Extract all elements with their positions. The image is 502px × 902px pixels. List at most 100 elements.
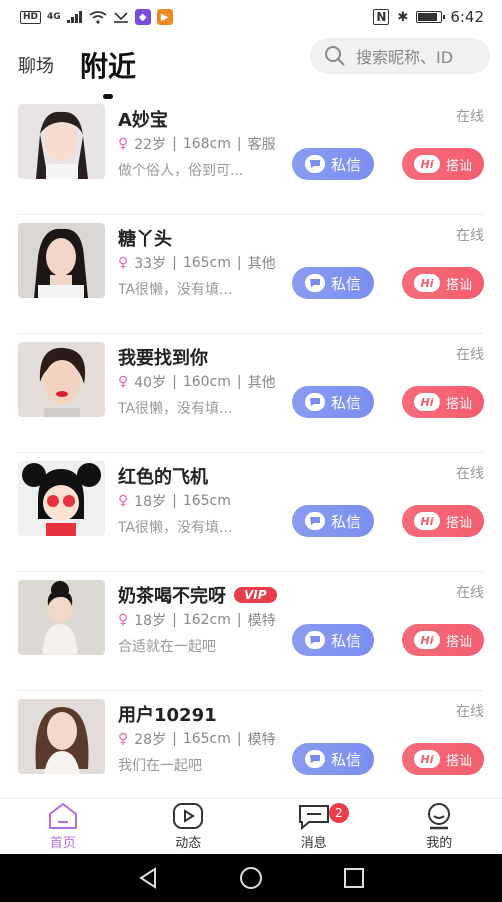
user-height: 165cm	[182, 493, 231, 509]
user-age: 40岁	[134, 375, 167, 391]
hi-icon: Hi	[413, 750, 440, 768]
hi-button[interactable]: Hi 搭讪	[402, 386, 484, 418]
vip-badge: VIP	[234, 587, 277, 603]
list-item[interactable]: 用户10291 在线 ♀ 28岁 | 165cm | 模特 我们在一起吧 私信 Hi…	[18, 691, 484, 810]
user-age: 22岁	[134, 137, 167, 153]
hi-label: 搭讪	[445, 634, 472, 650]
female-icon: ♀	[118, 374, 129, 390]
hi-button[interactable]: Hi 搭讪	[402, 505, 484, 537]
home-circle-icon[interactable]	[239, 866, 263, 890]
message-button[interactable]: 私信	[292, 267, 374, 299]
search-icon	[325, 46, 345, 66]
avatar[interactable]	[18, 461, 105, 536]
user-bio: TA很懒，没有填...	[118, 282, 233, 298]
user-name: A妙宝	[118, 110, 168, 131]
status-bar: HD 4G ◆ ▶ N ✱ 6:42	[0, 0, 502, 34]
chat-bubble-icon	[304, 393, 325, 411]
status-right: N ✱ 6:42	[373, 8, 484, 26]
online-status: 在线	[456, 109, 484, 125]
app-notification-icon: ◆	[134, 9, 151, 25]
female-icon: ♀	[118, 731, 129, 747]
hi-label: 搭讪	[445, 753, 472, 769]
search-input[interactable]: 搜索昵称、ID	[310, 38, 490, 74]
message-button[interactable]: 私信	[292, 743, 374, 775]
user-info: ♀ 18岁 | 165cm	[118, 493, 231, 510]
user-list: A妙宝 在线 ♀ 22岁 | 168cm | 客服 做个俗人，俗到可... 私信 H…	[0, 96, 502, 810]
signal-icon	[66, 11, 82, 23]
nav-home[interactable]: 首页	[0, 799, 126, 854]
chat-icon	[298, 805, 329, 830]
online-status: 在线	[456, 466, 484, 482]
back-icon[interactable]	[137, 867, 159, 889]
hi-button[interactable]: Hi 搭讪	[402, 743, 484, 775]
tab-chat-room[interactable]: 聊场	[18, 52, 54, 78]
avatar[interactable]	[18, 580, 105, 655]
user-bio: 做个俗人，俗到可...	[118, 163, 244, 179]
hi-icon: Hi	[413, 631, 440, 649]
recents-icon[interactable]	[343, 867, 365, 889]
user-height: 165cm	[182, 731, 231, 747]
user-age: 28岁	[134, 732, 167, 748]
user-info: ♀ 28岁 | 165cm | 模特	[118, 731, 276, 748]
user-info: ♀ 22岁 | 168cm | 客服	[118, 136, 276, 153]
list-item[interactable]: 我要找到你 在线 ♀ 40岁 | 160cm | 其他 TA很懒，没有填... 私信…	[18, 334, 484, 453]
avatar[interactable]	[18, 223, 105, 298]
list-item[interactable]: 糖丫头 在线 ♀ 33岁 | 165cm | 其他 TA很懒，没有填... 私信 H…	[18, 215, 484, 334]
online-status: 在线	[456, 228, 484, 244]
message-label: 私信	[330, 631, 361, 650]
battery-icon	[416, 11, 446, 23]
list-item[interactable]: 奶茶喝不完呀 VIP 在线 ♀ 18岁 | 162cm | 模特 合适就在一起吧 私…	[18, 572, 484, 691]
home-icon	[48, 802, 77, 829]
nav-messages[interactable]: 消息 2	[251, 799, 377, 854]
user-job: 模特	[247, 732, 276, 748]
nfc-icon: N	[373, 9, 390, 25]
female-icon: ♀	[118, 612, 129, 628]
user-job: 客服	[247, 137, 276, 153]
user-bio: 合适就在一起吧	[118, 639, 216, 655]
hi-icon: Hi	[413, 393, 440, 411]
nav-messages-label: 消息	[300, 836, 327, 851]
list-item[interactable]: 红色的飞机 在线 ♀ 18岁 | 165cm TA很懒，没有填... 私信 Hi 搭…	[18, 453, 484, 572]
unread-badge: 2	[328, 803, 349, 823]
status-left: HD 4G ◆ ▶	[20, 9, 173, 25]
name-row: 红色的飞机	[118, 463, 208, 489]
online-status: 在线	[456, 585, 484, 601]
user-age: 18岁	[134, 494, 167, 510]
female-icon: ♀	[118, 136, 129, 152]
avatar[interactable]	[18, 104, 105, 179]
hi-icon: Hi	[413, 512, 440, 530]
user-age: 33岁	[134, 256, 167, 272]
user-age: 18岁	[134, 613, 167, 629]
chat-bubble-icon	[304, 155, 325, 173]
hi-icon: Hi	[413, 274, 440, 292]
message-button[interactable]: 私信	[292, 148, 374, 180]
user-height: 162cm	[182, 612, 231, 628]
hi-label: 搭讪	[445, 396, 472, 412]
message-button[interactable]: 私信	[292, 505, 374, 537]
nav-profile[interactable]: 我的	[377, 799, 502, 854]
user-info: ♀ 33岁 | 165cm | 其他	[118, 255, 276, 272]
user-job: 其他	[247, 375, 276, 391]
message-button[interactable]: 私信	[292, 386, 374, 418]
user-name: 糖丫头	[118, 229, 172, 250]
tab-nearby[interactable]: 附近	[80, 45, 136, 99]
chat-bubble-icon	[304, 631, 325, 649]
wifi-icon	[89, 10, 107, 24]
name-row: 糖丫头	[118, 225, 172, 251]
female-icon: ♀	[118, 255, 129, 271]
message-label: 私信	[330, 155, 361, 174]
user-name: 红色的飞机	[118, 467, 208, 488]
list-item[interactable]: A妙宝 在线 ♀ 22岁 | 168cm | 客服 做个俗人，俗到可... 私信 H…	[18, 96, 484, 215]
hi-button[interactable]: Hi 搭讪	[402, 624, 484, 656]
search-placeholder: 搜索昵称、ID	[356, 48, 454, 67]
user-info: ♀ 18岁 | 162cm | 模特	[118, 612, 276, 629]
online-status: 在线	[456, 347, 484, 363]
hi-button[interactable]: Hi 搭讪	[402, 267, 484, 299]
play-icon	[173, 803, 204, 829]
avatar[interactable]	[18, 699, 105, 774]
message-button[interactable]: 私信	[292, 624, 374, 656]
user-height: 165cm	[182, 255, 231, 271]
nav-moments[interactable]: 动态	[126, 799, 252, 854]
avatar[interactable]	[18, 342, 105, 417]
hi-button[interactable]: Hi 搭讪	[402, 148, 484, 180]
